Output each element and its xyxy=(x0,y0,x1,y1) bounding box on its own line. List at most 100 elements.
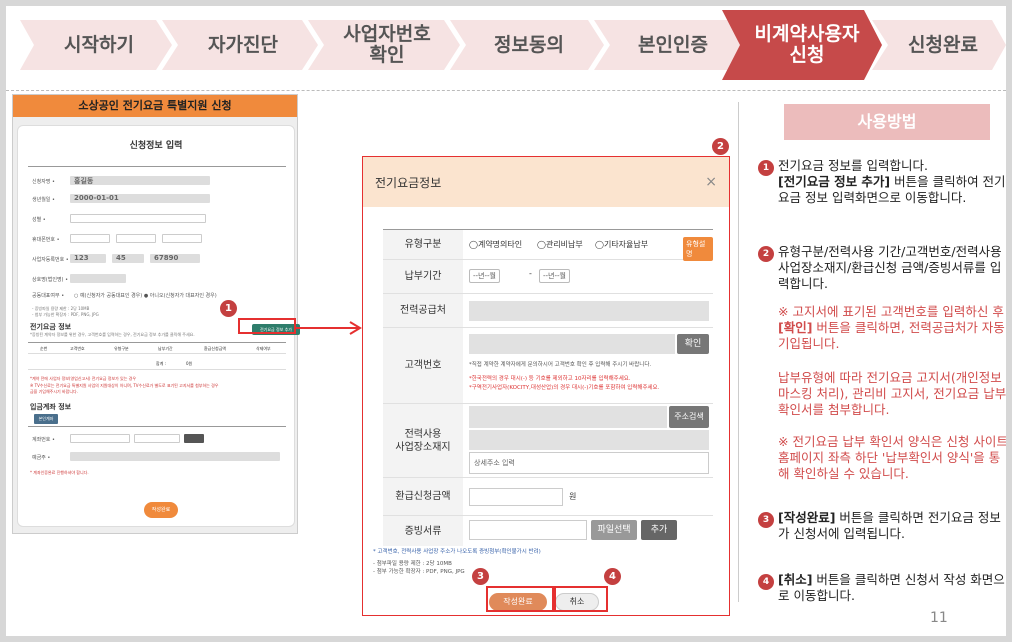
mock-phone3 xyxy=(162,234,202,243)
mock-name-value: 홍길동 xyxy=(74,177,94,185)
mock-elec-info-title: 전기요금 정보 xyxy=(30,323,72,331)
mock-bank-select xyxy=(70,434,130,443)
usage-num-2: 2 xyxy=(758,246,774,262)
mock-label: 예금주 • xyxy=(32,455,51,461)
address-field xyxy=(469,406,667,428)
mock-note: - 첨부 가능한 확장자 : PDF, PNG, JPG xyxy=(32,312,99,317)
mock-company-field xyxy=(70,274,126,283)
mock-table-total: 합계 : 0원 xyxy=(28,358,286,370)
row-address: 전력사용 사업장소재지 주소검색 상세주소 입력 xyxy=(383,404,713,478)
row-period: 납부기간 --년--월 - --년--월 xyxy=(383,260,713,294)
mock-holder-field xyxy=(70,452,280,461)
usage-num-1: 1 xyxy=(758,160,774,176)
file-select-button[interactable]: 파일선택 xyxy=(591,520,637,540)
step-identity: 본인인증 xyxy=(638,33,708,56)
mock-phone2 xyxy=(116,234,156,243)
row-type: 유형구분 ◯계약명의타인 ◯관리비납부 ◯기타자율납부 유형설명 xyxy=(383,230,713,261)
mock-birth-value: 2000-01-01 xyxy=(74,194,119,202)
header-divider xyxy=(6,90,1006,91)
usage-num-3: 3 xyxy=(758,512,774,528)
mock-phone1 xyxy=(70,234,110,243)
step-bar: 시작하기 자가진단 사업자번호 확인 정보동의 본인인증 비계약사용자 신청 신… xyxy=(6,6,1006,84)
refund-input[interactable] xyxy=(469,488,563,506)
modal-title: 전기요금정보 xyxy=(375,175,442,190)
period-label: 납부기간 xyxy=(383,260,463,293)
address-label: 전력사용 사업장소재지 xyxy=(383,404,463,477)
step-bizno-check: 사업자번호 확인 xyxy=(343,23,431,66)
row-evidence: 증빙서류 파일선택 추가 xyxy=(383,516,713,546)
step-start: 시작하기 xyxy=(64,33,134,56)
refund-label: 환급신청금액 xyxy=(383,478,463,515)
mock-bizno1-value: 123 xyxy=(74,254,89,262)
usage-note-1: ※ 고지서에 표기된 고객번호를 입력하신 후 [확인] 버튼을 클릭하면, 전… xyxy=(778,304,1005,351)
type-radio-1[interactable]: ◯계약명의타인 xyxy=(469,239,522,250)
mock-application-page: 소상공인 전기요금 특별지원 신청 신청정보 입력 신청자명 • 홍길동 생년월… xyxy=(12,94,300,534)
badge-3: 3 xyxy=(472,568,489,585)
mock-warning: *계약 전에 사업자 정보(영업신고서) 전기요금 정보가 있는 경우 xyxy=(30,376,137,381)
page-number: 11 xyxy=(930,610,948,626)
period-from-input[interactable]: --년--월 xyxy=(469,269,500,283)
usage-item-4: [취소] 버튼을 클릭하면 신청서 작성 화면으로 이동합니다. xyxy=(778,572,1005,603)
usage-item-3: [작성완료] 버튼을 클릭하면 전기요금 정보가 신청서에 입력됩니다. xyxy=(778,510,1001,541)
badge-2: 2 xyxy=(712,138,729,155)
type-radio-3[interactable]: ◯기타자율납부 xyxy=(595,239,648,250)
evidence-file-input[interactable] xyxy=(469,520,587,540)
mock-rule xyxy=(28,426,286,427)
close-icon[interactable]: × xyxy=(705,174,717,190)
refund-unit: 원 xyxy=(569,492,577,501)
mock-label: 상호명(법인명) • xyxy=(32,277,69,283)
file-ext-note: - 첨부 가능한 확장자 : PDF, PNG, JPG xyxy=(373,569,465,575)
mock-bizno3-value: 67890 xyxy=(154,254,179,262)
mock-radio-text: ○ 예(신청자가 공동대표인 경우) ● 아니오(신청자가 대표자인 경우) xyxy=(74,293,217,299)
modal-header: 전기요금정보 × xyxy=(363,157,729,207)
type-desc-button[interactable]: 유형설명 xyxy=(683,237,713,261)
row-refund: 환급신청금액 원 xyxy=(383,478,713,516)
mock-bizno2-value: 45 xyxy=(116,254,126,262)
mock-account-field xyxy=(134,434,180,443)
period-to-input[interactable]: --년--월 xyxy=(539,269,570,283)
usage-note-3: ※ 전기요금 납부 확인서 양식은 신청 사이트 홈페이지 좌측 하단 '납부확… xyxy=(778,434,1006,481)
mock-label: 계좌번호 • xyxy=(32,437,55,443)
evidence-note: * 고객번호, 전력사용 사업장 주소가 나오도록 증빙첨부(확인불가시 반려) xyxy=(373,549,541,555)
file-add-button[interactable]: 추가 xyxy=(641,520,677,540)
row-customer: 고객번호 확인 *직접 계약한 계약자에게 문의하시어 고객번호 확인 후 입력… xyxy=(383,328,713,404)
mock-header: 소상공인 전기요금 특별지원 신청 xyxy=(13,95,297,117)
evidence-label: 증빙서류 xyxy=(383,516,463,546)
type-label: 유형구분 xyxy=(383,230,463,259)
address-detail-input[interactable]: 상세주소 입력 xyxy=(469,452,709,474)
usage-item-1: 전기요금 정보를 입력합니다. [전기요금 정보 추가] 버튼을 클릭하여 전기… xyxy=(778,158,1006,205)
mock-label: 사업자등록번호 • xyxy=(32,257,69,263)
address-search-button[interactable]: 주소검색 xyxy=(669,406,709,428)
mock-warning: * 계좌인증완료 진행하셔야 합니다. xyxy=(30,470,89,475)
step-info-consent: 정보동의 xyxy=(494,33,564,56)
customer-note-2: *한국전력의 경우 대시(-) 등 기호를 제외하고 10자리를 입력해주세요. xyxy=(469,376,631,382)
mock-submit-button[interactable]: 작성완료 xyxy=(144,502,178,518)
mock-table-header: 순번 고객번호 유형구분 납부기간 환급신청금액 삭제여부 xyxy=(28,342,286,354)
step-complete: 신청완료 xyxy=(908,33,978,56)
usage-item-2: 유형구분/전력사용 기간/고객번호/전력사용 사업장소재지/환급신청 금액/증빙… xyxy=(778,244,1002,291)
mock-label: 성별 • xyxy=(32,217,46,223)
mock-label: 휴대폰번호 • xyxy=(32,237,60,243)
badge-4: 4 xyxy=(604,568,621,585)
elec-info-modal: 전기요금정보 × 유형구분 ◯계약명의타인 ◯관리비납부 ◯기타자율납부 유형설… xyxy=(362,156,730,616)
mock-title-rule xyxy=(28,166,286,167)
address-field-2 xyxy=(469,430,709,450)
customer-note-1: *직접 계약한 계약자에게 문의하시어 고객번호 확인 후 입력해 주시기 바랍… xyxy=(469,362,652,368)
mock-gender-select xyxy=(70,214,206,223)
customer-note-3: *구역전기사업자(KOCITY,대성산업)의 경우 대시(-)기호를 포함하여 … xyxy=(469,385,660,391)
step-non-contract: 비계약사용자 신청 xyxy=(754,23,860,66)
slide: 시작하기 자가진단 사업자번호 확인 정보동의 본인인증 비계약사용자 신청 신… xyxy=(6,6,1006,636)
type-radio-2[interactable]: ◯관리비납부 xyxy=(537,239,583,250)
mock-label: 공동대표여부 • xyxy=(32,293,65,299)
panel-divider xyxy=(738,102,739,602)
highlight-submit xyxy=(486,586,554,612)
pointer-arrow-icon xyxy=(296,321,362,335)
mock-verify-button xyxy=(184,434,204,443)
mock-title: 신청정보 입력 xyxy=(129,141,183,151)
customer-input[interactable] xyxy=(469,334,675,354)
supplier-label: 전력공급처 xyxy=(383,294,463,327)
badge-1: 1 xyxy=(220,300,237,317)
step-self-diagnosis: 자가진단 xyxy=(208,33,278,56)
customer-confirm-button[interactable]: 확인 xyxy=(677,334,709,354)
usage-num-4: 4 xyxy=(758,574,774,590)
